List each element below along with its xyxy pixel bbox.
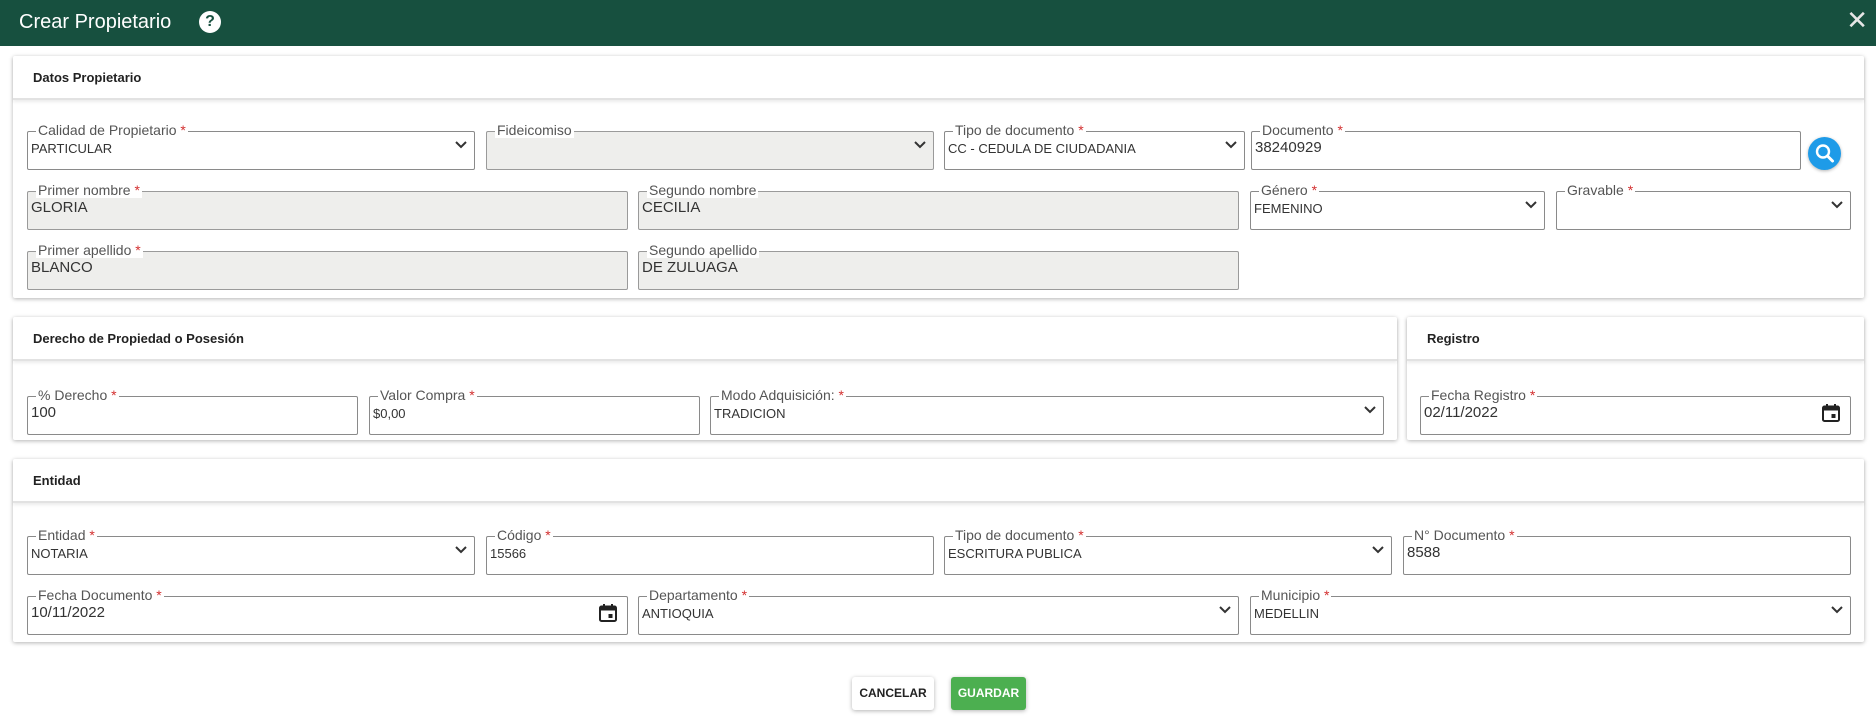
modo-adquisicion-select[interactable]: Modo Adquisición: * TRADICION bbox=[710, 387, 1384, 435]
field-label: Segundo apellido bbox=[647, 242, 760, 258]
section-title: Datos Propietario bbox=[13, 56, 1864, 100]
calidad-propietario-select[interactable]: Calidad de Propietario * PARTICULAR bbox=[27, 122, 475, 170]
field-label: % Derecho * bbox=[36, 387, 119, 403]
genero-select[interactable]: Género * FEMENINO bbox=[1250, 182, 1545, 230]
save-button[interactable]: GUARDAR bbox=[951, 677, 1026, 710]
field-label: Entidad * bbox=[36, 527, 97, 543]
cancel-button[interactable]: CANCELAR bbox=[852, 677, 934, 710]
primer-apellido-input[interactable]: Primer apellido * BLANCO bbox=[27, 242, 628, 290]
tipo-documento-select[interactable]: Tipo de documento * CC - CEDULA DE CIUDA… bbox=[944, 122, 1245, 170]
section-title: Registro bbox=[1407, 317, 1864, 361]
municipio-select[interactable]: Municipio * MEDELLIN bbox=[1250, 587, 1851, 635]
field-value: ANTIOQUIA bbox=[642, 606, 714, 621]
field-value: 15566 bbox=[490, 546, 527, 561]
documento-input[interactable]: Documento * 38240929 bbox=[1251, 122, 1801, 170]
chevron-down-icon bbox=[1831, 201, 1843, 209]
close-icon[interactable]: ✕ bbox=[1846, 6, 1868, 34]
field-label: Valor Compra * bbox=[378, 387, 477, 403]
field-value: 8588 bbox=[1407, 544, 1441, 561]
field-value: TRADICION bbox=[714, 406, 786, 421]
numero-documento-input[interactable]: N° Documento * 8588 bbox=[1403, 527, 1851, 575]
field-label: Modo Adquisición: * bbox=[719, 387, 846, 403]
help-icon[interactable]: ? bbox=[199, 11, 221, 33]
codigo-input[interactable]: Código * 15566 bbox=[486, 527, 934, 575]
porcentaje-derecho-input[interactable]: % Derecho * 100 bbox=[27, 387, 358, 435]
fideicomiso-select[interactable]: Fideicomiso bbox=[486, 122, 934, 170]
fecha-registro-input[interactable]: Fecha Registro * 02/11/2022 bbox=[1420, 387, 1851, 435]
field-label: Calidad de Propietario * bbox=[36, 122, 188, 138]
field-value: PARTICULAR bbox=[31, 141, 113, 156]
field-label: Primer apellido * bbox=[36, 242, 143, 258]
tipo-documento-entidad-select[interactable]: Tipo de documento * ESCRITURA PUBLICA bbox=[944, 527, 1392, 575]
search-button[interactable] bbox=[1808, 137, 1841, 170]
chevron-down-icon bbox=[1219, 606, 1231, 614]
field-label: Género * bbox=[1259, 182, 1320, 198]
departamento-select[interactable]: Departamento * ANTIOQUIA bbox=[638, 587, 1239, 635]
chevron-down-icon bbox=[1831, 606, 1843, 614]
chevron-down-icon bbox=[455, 546, 467, 554]
chevron-down-icon bbox=[914, 141, 926, 149]
chevron-down-icon bbox=[1372, 546, 1384, 554]
field-label: Documento * bbox=[1260, 122, 1345, 138]
field-value: CC - CEDULA DE CIUDADANIA bbox=[948, 141, 1136, 156]
field-value: 02/11/2022 bbox=[1424, 404, 1498, 421]
field-label: Tipo de documento * bbox=[953, 122, 1086, 138]
chevron-down-icon bbox=[1364, 406, 1376, 414]
chevron-down-icon bbox=[455, 141, 467, 149]
field-value: 10/11/2022 bbox=[31, 604, 105, 621]
primer-nombre-input[interactable]: Primer nombre * GLORIA bbox=[27, 182, 628, 230]
field-label: Fecha Registro * bbox=[1429, 387, 1538, 403]
field-value: CECILIA bbox=[642, 199, 701, 216]
valor-compra-input[interactable]: Valor Compra * $0,00 bbox=[369, 387, 700, 435]
field-label: Fideicomiso bbox=[495, 122, 574, 138]
dialog-title: Crear Propietario bbox=[19, 11, 172, 33]
section-title: Derecho de Propiedad o Posesión bbox=[13, 317, 1397, 361]
field-value: ESCRITURA PUBLICA bbox=[948, 546, 1082, 561]
field-value: BLANCO bbox=[31, 259, 93, 276]
field-label: Gravable * bbox=[1565, 182, 1636, 198]
segundo-apellido-input[interactable]: Segundo apellido DE ZULUAGA bbox=[638, 242, 1239, 290]
field-label: Primer nombre * bbox=[36, 182, 142, 198]
field-label: N° Documento * bbox=[1412, 527, 1517, 543]
field-value: GLORIA bbox=[31, 199, 88, 216]
entidad-select[interactable]: Entidad * NOTARIA bbox=[27, 527, 475, 575]
dialog-header: Crear Propietario ? ✕ bbox=[0, 0, 1876, 46]
field-value: DE ZULUAGA bbox=[642, 259, 738, 276]
field-value: MEDELLIN bbox=[1254, 606, 1320, 621]
calendar-icon[interactable] bbox=[1821, 403, 1841, 423]
section-title: Entidad bbox=[13, 459, 1864, 503]
field-label: Código * bbox=[495, 527, 553, 543]
field-value: $0,00 bbox=[373, 406, 406, 421]
segundo-nombre-input[interactable]: Segundo nombre CECILIA bbox=[638, 182, 1239, 230]
chevron-down-icon bbox=[1525, 201, 1537, 209]
field-label: Fecha Documento * bbox=[36, 587, 164, 603]
calendar-icon[interactable] bbox=[598, 603, 618, 623]
field-label: Tipo de documento * bbox=[953, 527, 1086, 543]
field-value: NOTARIA bbox=[31, 546, 88, 561]
field-label: Segundo nombre bbox=[647, 182, 759, 198]
field-value: FEMENINO bbox=[1254, 201, 1323, 216]
fecha-documento-input[interactable]: Fecha Documento * 10/11/2022 bbox=[27, 587, 628, 635]
field-label: Departamento * bbox=[647, 587, 750, 603]
field-value: 38240929 bbox=[1255, 139, 1322, 156]
field-value: 100 bbox=[31, 404, 57, 421]
field-label: Municipio * bbox=[1259, 587, 1332, 603]
chevron-down-icon bbox=[1225, 141, 1237, 149]
gravable-select[interactable]: Gravable * bbox=[1556, 182, 1851, 230]
search-icon bbox=[1815, 144, 1834, 163]
